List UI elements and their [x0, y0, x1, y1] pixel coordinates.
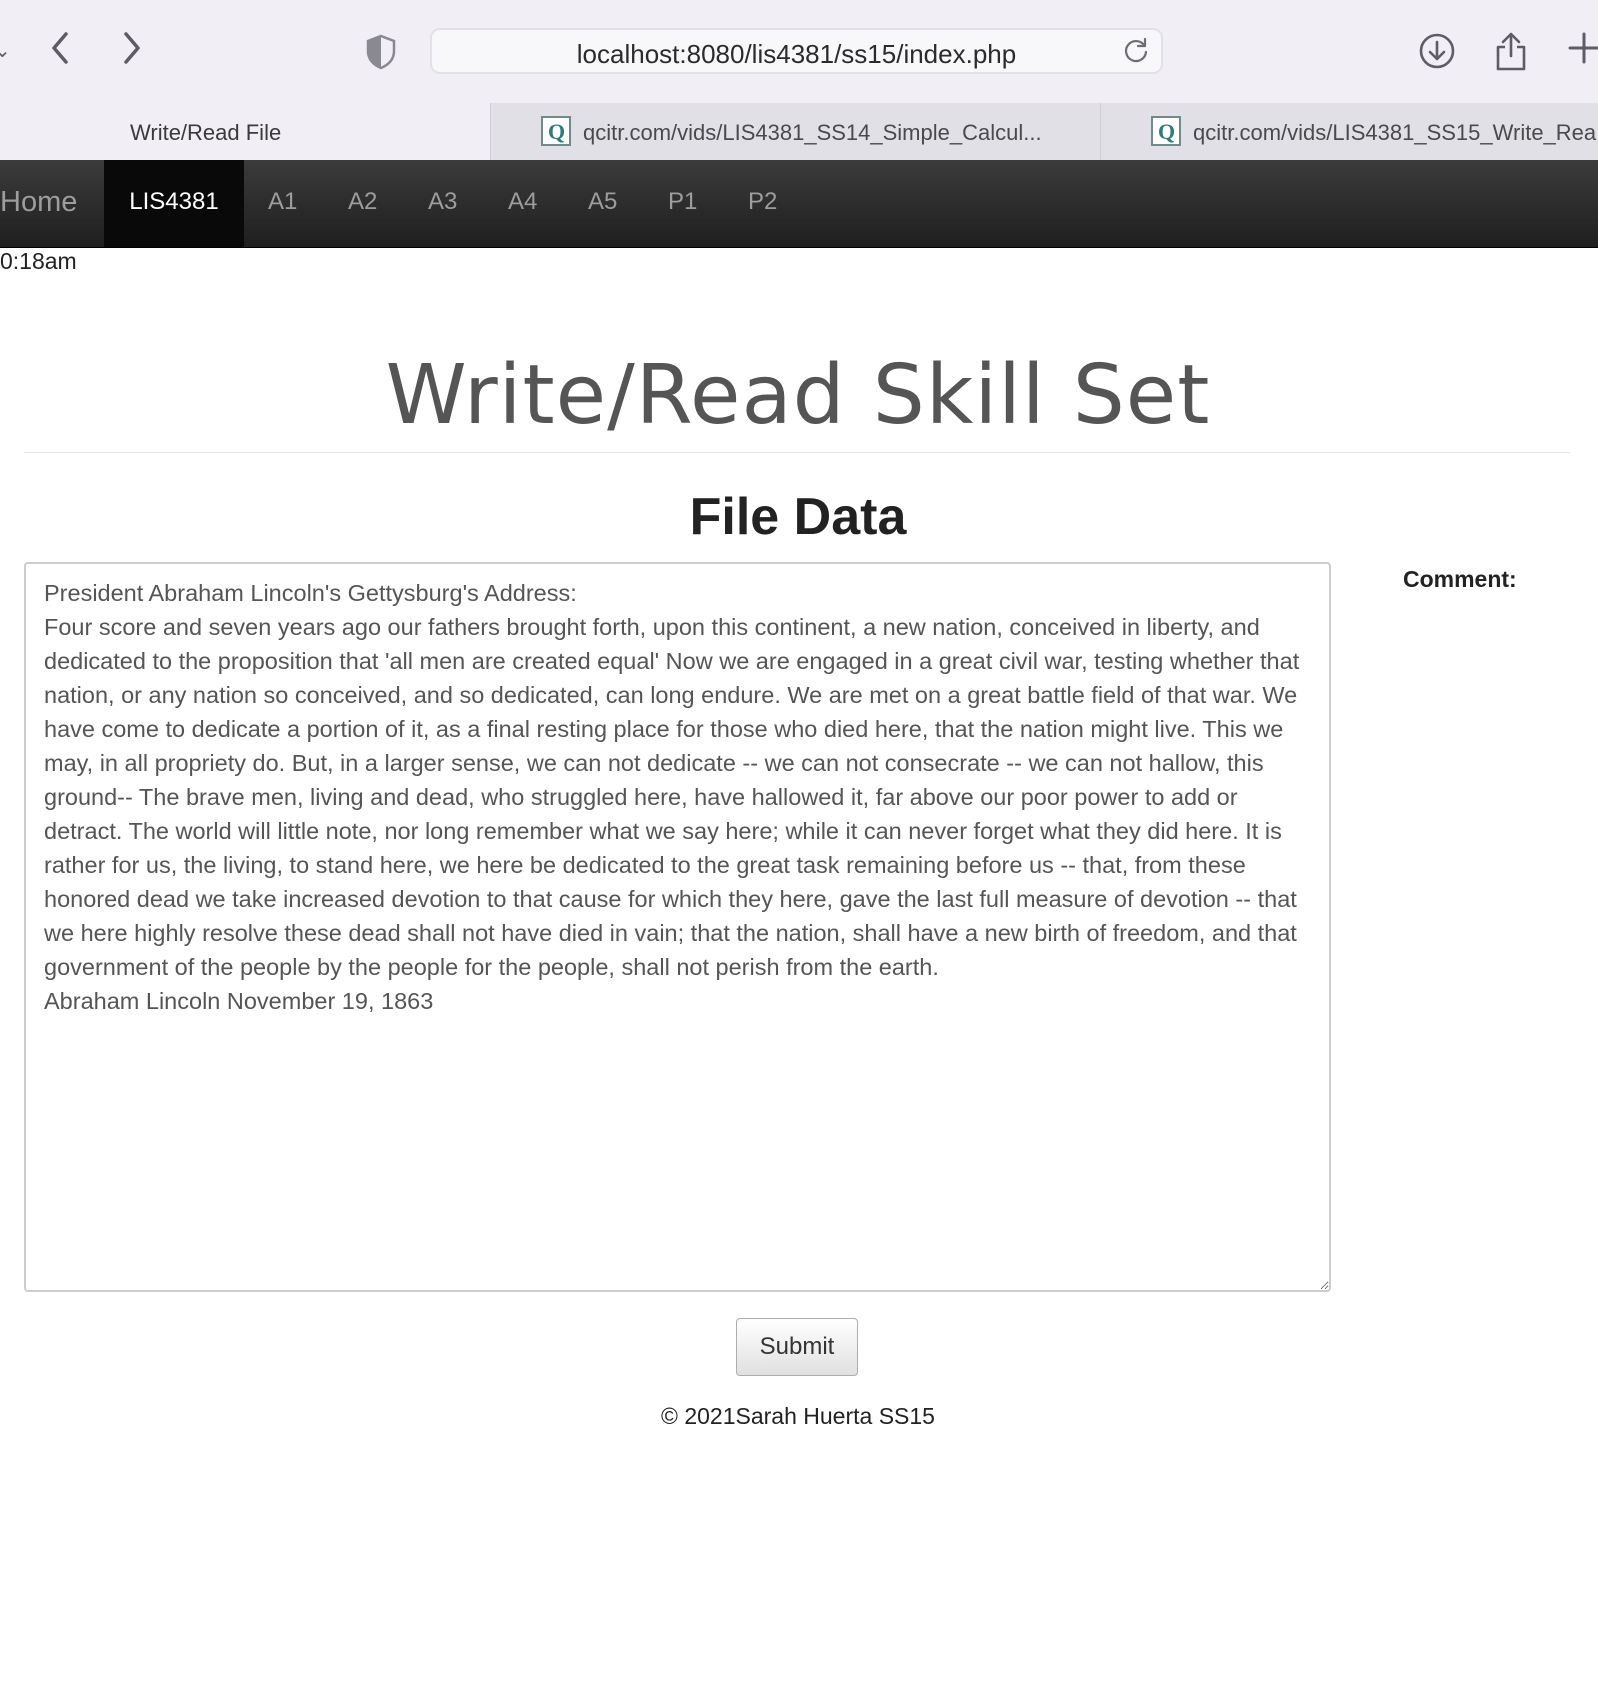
nav-item-a5[interactable]: A5	[588, 160, 617, 247]
sidebar-toggle-icon[interactable]: ⌄	[0, 40, 11, 60]
nav-item-a3[interactable]: A3	[428, 160, 457, 247]
q-favicon-icon: Q	[541, 116, 571, 146]
nav-item-a4[interactable]: A4	[508, 160, 537, 247]
nav-item-p1[interactable]: P1	[668, 160, 697, 247]
nav-item-p2[interactable]: P2	[748, 160, 777, 247]
q-favicon-icon: Q	[1151, 116, 1181, 146]
clock-text: 0:18am	[0, 248, 77, 274]
site-navbar: Home LIS4381 A1 A2 A3 A4 A5 P1 P2	[0, 160, 1598, 248]
address-bar[interactable]: localhost:8080/lis4381/ss15/index.php	[430, 28, 1163, 74]
url-text: localhost:8080/lis4381/ss15/index.php	[576, 39, 1017, 69]
tab-bar: Write/Read File Q qcitr.com/vids/LIS4381…	[0, 103, 1598, 160]
browser-toolbar: ⌄ localhost:8080/lis4381/ss15/index.php	[0, 0, 1598, 103]
file-data-textarea[interactable]: President Abraham Lincoln's Gettysburg's…	[24, 562, 1331, 1292]
comment-label: Comment:	[1403, 566, 1517, 592]
nav-item-a1[interactable]: A1	[268, 160, 297, 247]
tab-title: qcitr.com/vids/LIS4381_SS14_Simple_Calcu…	[583, 120, 1042, 145]
download-icon[interactable]	[1418, 32, 1456, 75]
tab-title: qcitr.com/vids/LIS4381_SS15_Write_Rea	[1193, 120, 1597, 145]
reload-icon[interactable]	[1121, 36, 1151, 71]
plus-icon[interactable]	[1566, 30, 1598, 74]
submit-button[interactable]: Submit	[736, 1318, 858, 1376]
tab-write-read-file[interactable]: Write/Read File	[0, 103, 490, 160]
footer-text: © 2021Sarah Huerta SS15	[661, 1403, 935, 1429]
nav-item-lis4381[interactable]: LIS4381	[104, 160, 244, 247]
shield-icon[interactable]	[366, 34, 396, 75]
chevron-left-icon[interactable]	[48, 28, 72, 75]
title-divider	[24, 452, 1570, 453]
tab-ss15-video[interactable]: Q qcitr.com/vids/LIS4381_SS15_Write_Rea	[1100, 103, 1598, 160]
page-title: Write/Read Skill Set	[385, 348, 1211, 443]
tab-title: Write/Read File	[130, 120, 282, 145]
nav-home-link[interactable]: Home	[0, 160, 77, 247]
section-title: File Data	[689, 488, 907, 546]
chevron-right-icon[interactable]	[120, 28, 144, 75]
nav-item-a2[interactable]: A2	[348, 160, 377, 247]
tab-ss14-video[interactable]: Q qcitr.com/vids/LIS4381_SS14_Simple_Cal…	[490, 103, 1100, 160]
share-icon[interactable]	[1494, 30, 1528, 77]
